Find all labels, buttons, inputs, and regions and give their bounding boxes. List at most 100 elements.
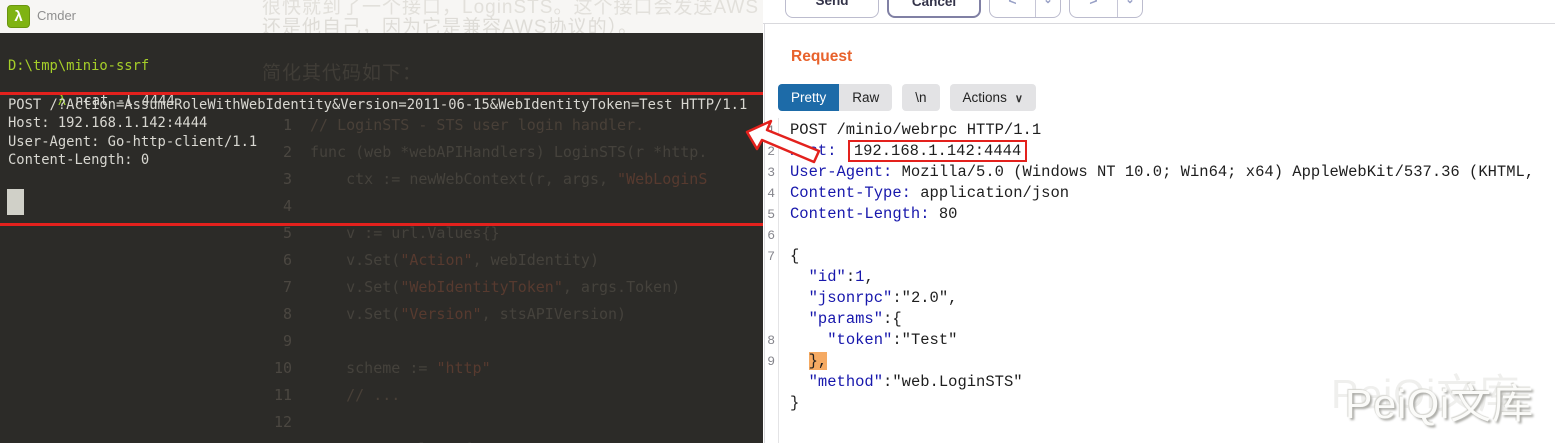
code-segment: , args.Token)	[563, 278, 680, 296]
editor-segment: ,	[864, 268, 873, 286]
code-segment: v.Set(	[310, 251, 400, 269]
red-annotation-arrow	[740, 118, 825, 170]
editor-segment	[790, 310, 809, 328]
line-number: 12	[240, 409, 310, 436]
editor-segment: POST /minio/webrpc HTTP/1.1	[790, 121, 1041, 139]
red-annotation-rectangle	[0, 92, 766, 226]
background-code-line: 12	[240, 409, 763, 436]
tab-raw[interactable]: Raw	[839, 84, 892, 111]
editor-row: 4 Content-Type: application/json	[763, 183, 1555, 204]
chevron-down-icon: ∨	[1015, 93, 1023, 105]
code-segment: "http"	[436, 359, 490, 377]
cancel-button[interactable]: Cancel	[887, 0, 981, 18]
host-value-red-box: 192.168.1.142:4444	[848, 140, 1027, 162]
editor-segment: "method"	[809, 373, 883, 391]
editor-row: 1POST /minio/webrpc HTTP/1.1	[763, 120, 1555, 141]
screenshot-stage: 很快就到了一个接口，LoginSTS。这个接口会发送AWS ST 还是他自己，因…	[0, 0, 1555, 443]
terminal-cwd: D:\tmp\minio-ssrf	[8, 58, 149, 74]
code-segment: "Version"	[400, 305, 481, 323]
background-code-line: 11 // ...	[240, 382, 763, 409]
editor-segment	[790, 352, 809, 370]
editor-segment: "params"	[809, 310, 883, 328]
editor-segment	[837, 142, 846, 160]
editor-row-text: "jsonrpc":"2.0",	[790, 288, 957, 309]
history-back-button[interactable]: < ⌄	[989, 0, 1061, 18]
tab-n[interactable]: \n	[902, 84, 939, 111]
editor-row-text: }	[790, 393, 799, 414]
code-segment: // ...	[310, 386, 400, 404]
editor-segment	[790, 331, 827, 349]
editor-row: 2Host: 192.168.1.142:4444	[763, 141, 1555, 162]
editor-row-text: "params":{	[790, 309, 902, 330]
editor-segment: 80	[930, 205, 958, 223]
editor-segment: :	[846, 268, 855, 286]
request-view-tabbar: PrettyRaw \n Actions∨	[778, 84, 1046, 111]
line-number: 10	[240, 355, 310, 382]
editor-segment: "Test"	[902, 331, 958, 349]
code-segment: scheme :=	[310, 359, 436, 377]
line-number: 6	[240, 247, 310, 274]
editor-row-text: {	[790, 246, 799, 267]
line-number: 6	[764, 225, 775, 246]
editor-segment: :	[892, 289, 901, 307]
repeater-panel: Send Cancel < ⌄ > ⌄ Request PrettyRaw \n A…	[763, 0, 1555, 443]
code-segment: v.Set(	[310, 305, 400, 323]
background-code-line: 9	[240, 328, 763, 355]
background-code-line: 8 v.Set("Version", stsAPIVersion)	[240, 301, 763, 328]
line-number: 7	[240, 274, 310, 301]
line-number: 4	[764, 183, 775, 204]
window-title: Cmder	[37, 8, 76, 23]
forward-dropdown-icon[interactable]: ⌄	[1118, 0, 1142, 17]
line-number: 9	[764, 351, 775, 372]
code-segment: v.Set(	[310, 278, 400, 296]
editor-row: 7{	[763, 246, 1555, 267]
editor-row: 3User-Agent: Mozilla/5.0 (Windows NT 10.…	[763, 162, 1555, 183]
editor-segment	[790, 289, 809, 307]
editor-segment: :	[883, 373, 892, 391]
forward-arrow-icon[interactable]: >	[1070, 0, 1118, 17]
request-panel-title: Request	[791, 48, 852, 66]
editor-segment: :{	[883, 310, 902, 328]
editor-segment: "web.LoginSTS"	[892, 373, 1022, 391]
editor-row-text: Content-Length: 80	[790, 204, 957, 225]
editor-row: "jsonrpc":"2.0",	[763, 288, 1555, 309]
editor-segment: "jsonrpc"	[809, 289, 893, 307]
editor-segment: "id"	[809, 268, 846, 286]
editor-segment: Content-Type:	[790, 184, 911, 202]
code-segment: "WebIdentityToken"	[400, 278, 563, 296]
tab-actions[interactable]: Actions∨	[950, 84, 1036, 111]
line-number: 8	[764, 330, 775, 351]
editor-row-text: "id":1,	[790, 267, 874, 288]
cmder-titlebar[interactable]: λ Cmder	[0, 0, 240, 33]
editor-segment	[790, 268, 809, 286]
history-forward-button[interactable]: > ⌄	[1069, 0, 1143, 18]
editor-segment: }	[790, 394, 799, 412]
tab-pretty[interactable]: Pretty	[778, 84, 839, 111]
back-dropdown-icon[interactable]: ⌄	[1036, 0, 1060, 17]
background-code-line: 7 v.Set("WebIdentityToken", args.Token)	[240, 274, 763, 301]
code-segment: "Action"	[400, 251, 472, 269]
editor-row-text: "method":"web.LoginSTS"	[790, 372, 1023, 393]
editor-row-text: Host: 192.168.1.142:4444	[790, 141, 1027, 162]
editor-segment: application/json	[911, 184, 1069, 202]
document-section-label: 简化其代码如下：	[262, 58, 422, 85]
line-number: 11	[240, 382, 310, 409]
editor-segment: Content-Length:	[790, 205, 930, 223]
send-button[interactable]: Send	[785, 0, 879, 18]
highlighted-segment: },	[809, 352, 828, 370]
editor-row-text: "token":"Test"	[790, 330, 957, 351]
editor-segment: :	[892, 331, 901, 349]
editor-row-text: User-Agent: Mozilla/5.0 (Windows NT 10.0…	[790, 162, 1534, 183]
watermark: PeiQi文库	[1345, 370, 1534, 430]
code-segment: v := url.Values{}	[310, 224, 500, 242]
editor-row-text: POST /minio/webrpc HTTP/1.1	[790, 120, 1041, 141]
editor-segment: Mozilla/5.0 (Windows NT 10.0; Win64; x64…	[892, 163, 1534, 181]
background-code-line: 13 u := &url.URL{	[240, 436, 763, 443]
editor-row: 8 "token":"Test"	[763, 330, 1555, 351]
editor-segment: {	[790, 247, 799, 265]
editor-row-text: Content-Type: application/json	[790, 183, 1069, 204]
line-number: 8	[240, 301, 310, 328]
editor-row: 5Content-Length: 80	[763, 204, 1555, 225]
back-arrow-icon[interactable]: <	[990, 0, 1036, 17]
editor-row-text: },	[790, 351, 827, 372]
